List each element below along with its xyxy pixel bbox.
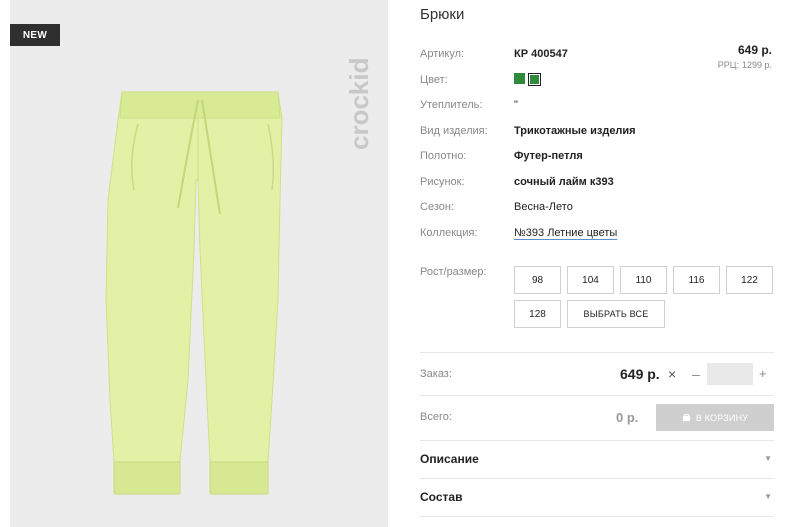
page-title: Брюки [420,6,465,23]
size-label: Рост/размер: [420,266,487,278]
color-swatch[interactable] [514,73,525,84]
divider [420,478,774,479]
attr-label-color: Цвет: [420,74,448,86]
size-option[interactable]: 104 [567,266,614,294]
color-swatch-selected[interactable] [528,73,541,86]
order-label: Заказ: [420,368,452,380]
chevron-down-icon[interactable]: ▼ [764,454,772,463]
chevron-down-icon[interactable]: ▼ [764,492,772,501]
attr-value-insulation: " [514,99,518,111]
product-details: Брюки Артикул: КР 400547 649 р. РРЦ: 1299… [420,0,780,527]
attr-label-insulation: Утеплитель: [420,99,483,111]
size-option[interactable]: 110 [620,266,667,294]
attr-value-pattern: сочный лайм к393 [514,176,614,188]
size-option[interactable]: 116 [673,266,720,294]
attr-label-pattern: Рисунок: [420,176,465,188]
rrc-value: 1299 р. [741,60,772,70]
add-to-cart-button[interactable]: В КОРЗИНУ [656,404,774,431]
attr-label-collection: Коллекция: [420,227,478,239]
attr-value-fabric: Футер-петля [514,150,583,162]
collection-link[interactable]: №393 Летние цветы [514,227,617,239]
attr-label-fabric: Полотно: [420,150,467,162]
new-badge: NEW [10,24,60,46]
increase-quantity-button[interactable]: + [759,366,767,381]
times-icon: × [668,366,677,382]
size-option[interactable]: 128 [514,300,561,328]
cart-icon [682,413,690,422]
attr-value-article: КР 400547 [514,48,568,60]
product-photo [105,91,283,495]
add-to-cart-label: В КОРЗИНУ [695,412,749,423]
attr-label-article: Артикул: [420,48,465,60]
size-selector: 98 104 110 116 122 128 ВЫБРАТЬ ВСЕ [514,266,776,328]
total-label: Всего: [420,411,452,423]
brand-logo: crockid [344,58,374,151]
color-swatches [514,73,541,86]
divider [420,516,774,517]
select-all-sizes-button[interactable]: ВЫБРАТЬ ВСЕ [567,300,665,328]
divider [420,395,774,396]
attr-label-season: Сезон: [420,201,454,213]
quantity-input[interactable] [707,363,753,385]
accordion-composition[interactable]: Состав [420,490,462,504]
total-value: 0 р. [616,410,639,425]
divider [420,440,774,441]
order-price: 649 р. [620,366,660,382]
accordion-description[interactable]: Описание [420,452,479,466]
attr-value-season: Весна-Лето [514,201,573,213]
price: 649 р. [737,43,772,57]
brand-logo-text: crockid [344,58,374,151]
rrc-label: РРЦ: [717,60,739,70]
size-option[interactable]: 122 [726,266,773,294]
decrease-quantity-button[interactable]: – [692,366,700,382]
product-image-panel[interactable]: NEW crockid [10,0,388,527]
divider [420,352,774,353]
price-rrc: РРЦ: 1299 р. [718,60,772,70]
size-option[interactable]: 98 [514,266,561,294]
attr-value-product-type: Трикотажные изделия [514,125,636,137]
attr-label-product-type: Вид изделия: [420,125,488,137]
